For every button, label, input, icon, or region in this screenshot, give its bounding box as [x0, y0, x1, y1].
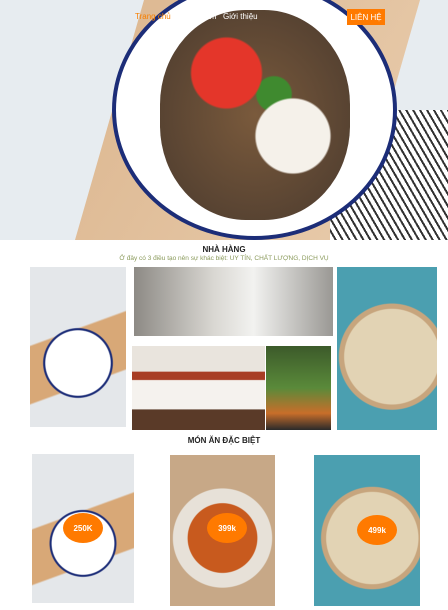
- price-badge: 250K: [63, 513, 103, 543]
- gallery-image-chef: [134, 267, 333, 336]
- contact-button[interactable]: LIÊN HỆ: [347, 9, 385, 25]
- section-subtitle: Ở đây có 3 điều tạo nên sự khác biệt: UY…: [119, 255, 329, 262]
- gallery-image-1: [30, 267, 126, 427]
- gallery-image-dining: [132, 346, 265, 430]
- hero-food: [160, 10, 350, 220]
- section-title-specials: MÓN ĂN ĐẶC BIỆT: [187, 436, 261, 445]
- gallery-image-bowl: [337, 267, 437, 430]
- price-badge: 399k: [207, 513, 247, 543]
- gallery-image-plant: [266, 346, 331, 430]
- nav-home[interactable]: Trang chủ: [135, 12, 171, 21]
- price-badge: 499k: [357, 515, 397, 545]
- nav-about[interactable]: Giới thiệu: [223, 12, 258, 21]
- nav-products[interactable]: Sản phẩm: [180, 12, 216, 21]
- section-title-restaurant: NHÀ HÀNG: [202, 245, 246, 254]
